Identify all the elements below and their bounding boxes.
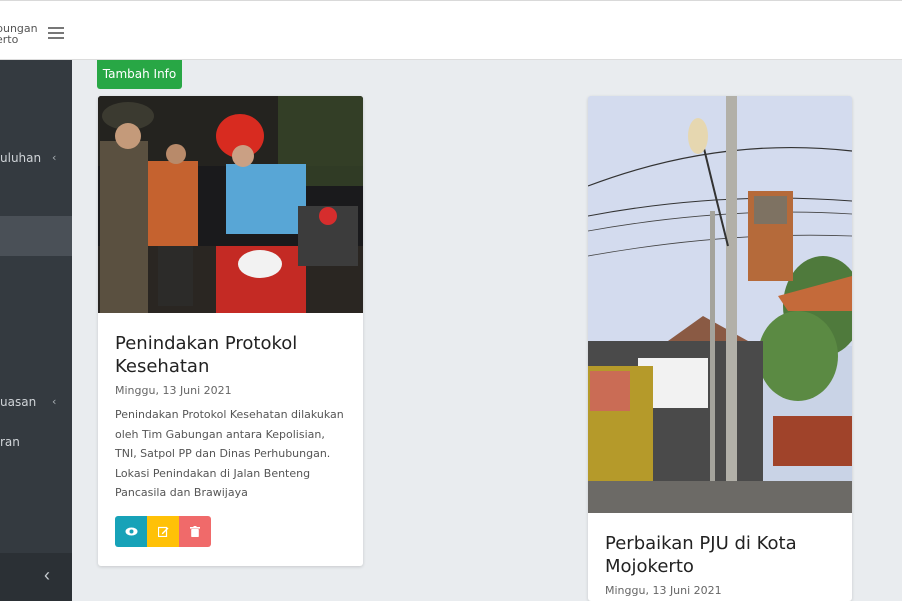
card-description: Penindakan Protokol Kesehatan dilakukan …	[115, 408, 344, 499]
sidebar-item-label: ran	[0, 435, 20, 449]
sidebar-active-item[interactable]	[0, 216, 72, 256]
sidebar: uluhan ‹ uasan ‹ ran ‹	[0, 60, 72, 601]
sidebar-item-label: uasan	[0, 395, 37, 409]
delete-button[interactable]	[179, 516, 211, 547]
info-card: Perbaikan PJU di Kota Mojokerto Minggu, …	[588, 96, 852, 601]
add-info-button[interactable]: Tambah Info	[97, 60, 182, 89]
brand-line-2: erto	[0, 33, 19, 46]
card-date: Minggu, 13 Juni 2021	[115, 384, 232, 397]
edit-icon	[157, 526, 168, 537]
card-photo-enforcement	[98, 96, 363, 313]
card-date: Minggu, 13 Juni 2021	[605, 584, 722, 597]
sidebar-item-pelaporan[interactable]: ran	[0, 435, 72, 451]
card-body: Penindakan Protokol Kesehatan Minggu, 13…	[115, 332, 349, 503]
sidebar-item-pengawasan[interactable]: uasan ‹	[0, 395, 72, 411]
card-photo-street-light-repair	[588, 96, 852, 513]
view-button[interactable]	[115, 516, 147, 547]
brand-name[interactable]: bungan erto	[0, 23, 38, 45]
info-card: Penindakan Protokol Kesehatan Minggu, 13…	[98, 96, 363, 566]
chevron-left-icon: ‹	[52, 151, 57, 164]
sidebar-item-penyuluhan[interactable]: uluhan ‹	[0, 151, 72, 167]
card-title: Penindakan Protokol Kesehatan	[115, 333, 298, 377]
sidebar-footer: ‹	[0, 553, 72, 601]
chevron-left-icon: ‹	[52, 395, 57, 408]
collapse-sidebar-icon[interactable]: ‹	[44, 565, 50, 586]
sidebar-item-label: uluhan	[0, 151, 42, 165]
trash-icon	[190, 526, 200, 537]
edit-button[interactable]	[147, 516, 179, 547]
hamburger-icon[interactable]	[48, 27, 64, 40]
eye-icon	[125, 527, 137, 536]
card-title: Perbaikan PJU di Kota Mojokerto	[605, 533, 797, 577]
card-body: Perbaikan PJU di Kota Mojokerto Minggu, …	[605, 532, 838, 597]
card-actions	[115, 516, 211, 547]
top-navbar: bungan erto	[0, 0, 902, 60]
